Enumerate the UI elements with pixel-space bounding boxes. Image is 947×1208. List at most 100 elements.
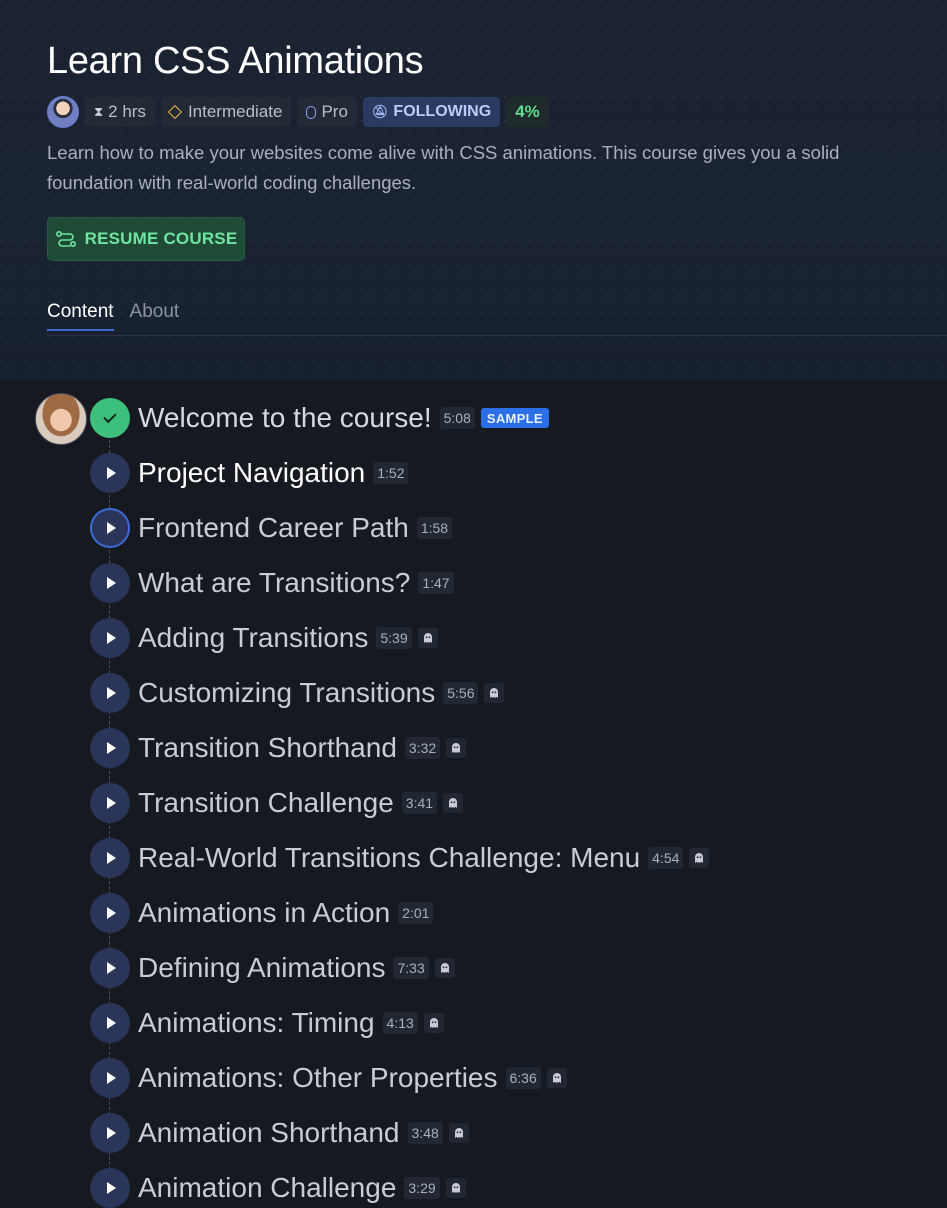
level-value: Intermediate: [187, 102, 283, 121]
sample-badge: SAMPLE: [480, 408, 549, 428]
lesson-duration: 2:01: [398, 902, 434, 924]
play-glyph: [107, 742, 116, 754]
play-icon[interactable]: [90, 1113, 130, 1153]
ghost-icon: [484, 683, 505, 703]
play-glyph: [107, 687, 116, 699]
lesson-duration: 7:33: [393, 957, 429, 979]
lesson-row[interactable]: Customizing Transitions 5:56: [90, 673, 505, 713]
lesson-title[interactable]: Animations in Action: [138, 897, 390, 929]
tier-value: Pro: [321, 102, 348, 121]
lesson-row[interactable]: Defining Animations 7:33: [90, 948, 455, 988]
level-chip: Intermediate: [160, 97, 292, 127]
lesson-duration: 3:48: [407, 1122, 443, 1144]
play-icon[interactable]: [90, 618, 130, 658]
lesson-row[interactable]: Animations in Action 2:01: [90, 893, 434, 933]
lesson-row[interactable]: Animations: Other Properties 6:36: [90, 1058, 567, 1098]
progress-badge: 4%: [506, 97, 549, 127]
ghost-icon: [448, 1123, 469, 1143]
tab-content[interactable]: Content: [47, 295, 114, 331]
course-title: Learn CSS Animations: [47, 40, 424, 82]
lesson-title[interactable]: Animations: Timing: [138, 1007, 375, 1039]
lesson-duration: 3:41: [401, 792, 438, 814]
resume-label: RESUME COURSE: [84, 229, 238, 248]
lesson-title[interactable]: Transition Shorthand: [138, 732, 397, 764]
check-icon[interactable]: [90, 398, 130, 438]
author-avatar: [35, 393, 87, 445]
lesson-title[interactable]: Customizing Transitions: [138, 677, 435, 709]
play-icon[interactable]: [90, 508, 130, 548]
checkmark-glyph: [103, 409, 117, 424]
play-icon[interactable]: [90, 1168, 130, 1208]
lesson-row[interactable]: Animation Challenge 3:29: [90, 1168, 466, 1208]
bell-off-icon: 🔕︎: [371, 104, 389, 119]
lesson-row[interactable]: Welcome to the course! 5:08 SAMPLE: [90, 398, 549, 438]
tab-divider: [47, 335, 947, 336]
lesson-row[interactable]: Project Navigation 1:52: [90, 453, 409, 493]
lesson-title[interactable]: What are Transitions?: [138, 567, 410, 599]
lesson-duration: 5:56: [443, 682, 479, 704]
play-glyph: [107, 522, 116, 534]
play-icon[interactable]: [90, 893, 130, 933]
play-icon[interactable]: [90, 838, 130, 878]
play-glyph: [107, 1127, 116, 1139]
lesson-duration: 4:54: [648, 847, 684, 869]
ghost-icon: [546, 1068, 567, 1088]
play-glyph: [107, 467, 116, 479]
play-glyph: [107, 852, 116, 864]
instructor-avatar[interactable]: [47, 96, 79, 128]
lesson-title[interactable]: Transition Challenge: [138, 787, 394, 819]
play-icon[interactable]: [90, 1003, 130, 1043]
lesson-row[interactable]: Frontend Career Path 1:58: [90, 508, 453, 548]
ghost-icon: [689, 848, 710, 868]
lesson-duration: 5:08: [439, 407, 475, 429]
follow-button[interactable]: 🔕︎ FOLLOWING: [362, 97, 501, 127]
play-icon[interactable]: [90, 783, 130, 823]
lesson-row[interactable]: Transition Challenge 3:41: [90, 783, 464, 823]
course-description: Learn how to make your websites come ali…: [47, 142, 840, 193]
lesson-title[interactable]: Real-World Transitions Challenge: Menu: [138, 842, 640, 874]
lesson-title[interactable]: Defining Animations: [138, 952, 385, 984]
lesson-row[interactable]: Animations: Timing 4:13: [90, 1003, 444, 1043]
play-glyph: [107, 577, 116, 589]
play-icon[interactable]: [90, 1058, 130, 1098]
lesson-row[interactable]: Transition Shorthand 3:32: [90, 728, 467, 768]
play-glyph: [107, 632, 116, 644]
play-glyph: [107, 907, 116, 919]
play-glyph: [107, 1182, 116, 1194]
lesson-row[interactable]: Adding Transitions 5:39: [90, 618, 438, 658]
lesson-duration: 5:39: [376, 627, 412, 649]
lesson-duration: 4:13: [382, 1012, 418, 1034]
resume-course-button[interactable]: RESUME COURSE: [47, 217, 245, 261]
play-glyph: [107, 797, 116, 809]
lesson-row[interactable]: Real-World Transitions Challenge: Menu 4:…: [90, 838, 710, 878]
lesson-title[interactable]: Project Navigation: [138, 457, 365, 489]
lesson-duration: 1:47: [418, 572, 454, 594]
play-icon[interactable]: [90, 673, 130, 713]
play-glyph: [107, 962, 116, 974]
duration-chip: ⧗ 2 hrs: [85, 97, 155, 127]
lesson-duration: 1:52: [373, 462, 409, 484]
lesson-row[interactable]: What are Transitions? 1:47: [90, 563, 454, 603]
ghost-icon: [446, 738, 467, 758]
diamond-icon: [167, 104, 183, 120]
ghost-icon: [423, 1013, 444, 1033]
lesson-title[interactable]: Animation Shorthand: [138, 1117, 400, 1149]
progress-value: 4%: [515, 102, 540, 121]
lesson-row[interactable]: Animation Shorthand 3:48: [90, 1113, 469, 1153]
play-icon[interactable]: [90, 563, 130, 603]
play-icon[interactable]: [90, 728, 130, 768]
pro-icon: [306, 105, 317, 119]
play-icon[interactable]: [90, 948, 130, 988]
tab-about[interactable]: About: [130, 295, 180, 331]
lesson-title[interactable]: Adding Transitions: [138, 622, 368, 654]
follow-label: FOLLOWING: [393, 103, 492, 120]
lesson-title[interactable]: Frontend Career Path: [138, 512, 409, 544]
route-icon: [55, 230, 76, 248]
hourglass-icon: ⧗: [94, 104, 104, 119]
duration-value: 2 hrs: [108, 102, 146, 121]
ghost-icon: [417, 628, 438, 648]
play-icon[interactable]: [90, 453, 130, 493]
lesson-title[interactable]: Animations: Other Properties: [138, 1062, 498, 1094]
lesson-title[interactable]: Animation Challenge: [138, 1172, 396, 1204]
lesson-title[interactable]: Welcome to the course!: [138, 402, 432, 434]
